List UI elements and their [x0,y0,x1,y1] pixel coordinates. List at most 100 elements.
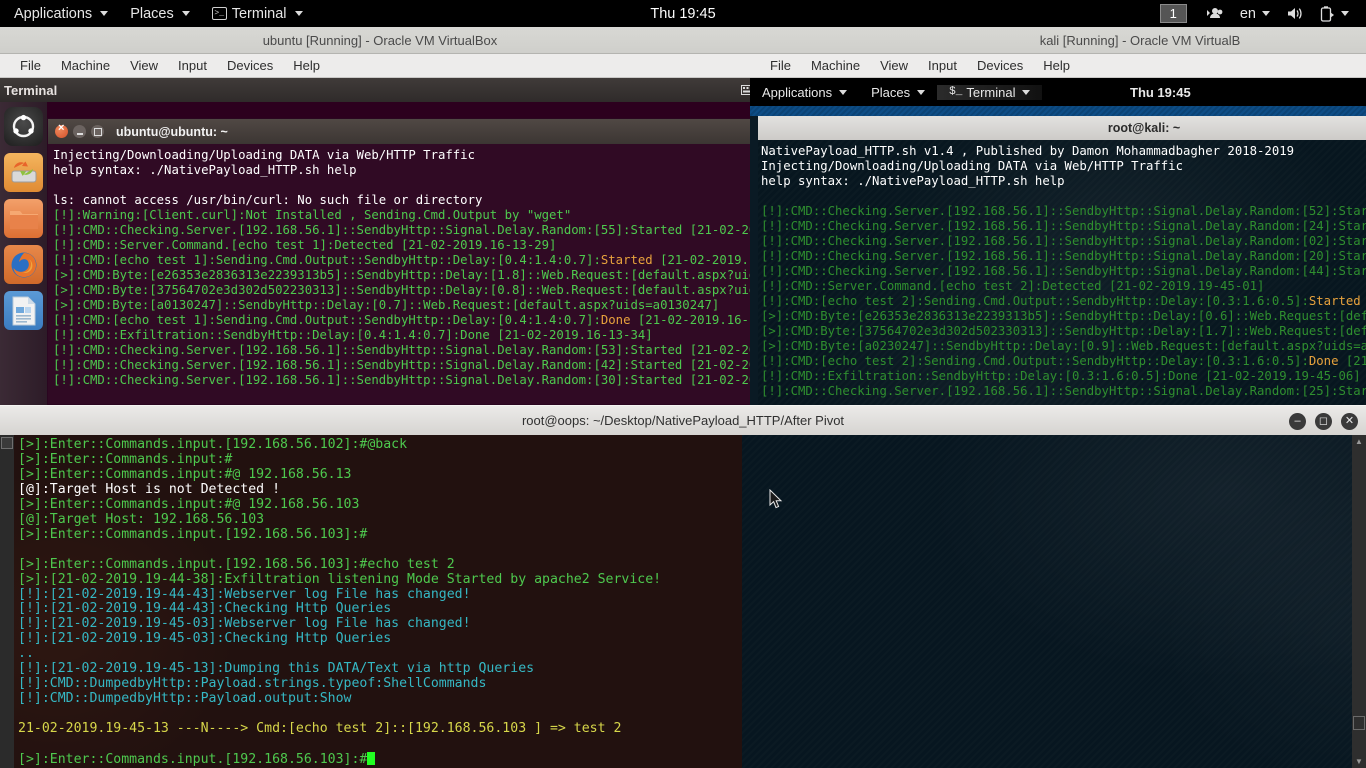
terminal-line: [!]:CMD:[echo test 2]:Sending.Cmd.Output… [761,354,1366,368]
vm-kali-menubar: File Machine View Input Devices Help [750,54,1366,78]
virtualbox-window-ubuntu[interactable]: ubuntu [Running] - Oracle VM VirtualBox … [0,27,760,405]
chevron-down-icon [1341,11,1349,16]
terminal-line: [>]:Enter::Commands.input.[192.168.56.10… [18,526,368,542]
terminal-status-token: Started [600,253,653,267]
ubuntu-terminal-output[interactable]: Injecting/Downloading/Uploading DATA via… [48,144,759,404]
users-icon[interactable] [1197,0,1231,27]
menu-devices[interactable]: Devices [967,56,1033,75]
scroll-thumb[interactable] [1353,716,1365,730]
menu-input[interactable]: Input [168,56,217,75]
kali-places-menu[interactable]: Places [859,85,937,100]
menu-help[interactable]: Help [283,56,330,75]
menu-machine[interactable]: Machine [801,56,870,75]
battery-icon[interactable] [1313,0,1356,27]
scroll-up-arrow[interactable]: ▲ [1352,435,1366,448]
kali-terminal-menu[interactable]: $_ Terminal [937,84,1043,100]
bottom-terminal-scrollbar[interactable]: ▲ ▼ [1352,435,1366,768]
vm-kali-screen: Applications Places $_ Terminal Thu 19:4… [750,78,1366,405]
unity-launcher [0,102,47,405]
ubuntu-terminal-window[interactable]: ubuntu@ubuntu: ~ Injecting/Downloading/U… [47,118,760,405]
kali-terminal-window[interactable]: root@kali: ~ NativePayload_HTTP.sh v1.4 … [758,116,1366,405]
bottom-terminal-empty-area[interactable] [742,435,1366,768]
terminal-icon: $_ [949,86,963,98]
kali-applications-menu[interactable]: Applications [750,85,859,100]
virtualbox-window-kali[interactable]: kali [Running] - Oracle VM VirtualB File… [750,27,1366,405]
terminal-line: [!]:Warning:[Client.curl]:Not Installed … [53,208,572,222]
terminal-line: [!]:CMD::Checking.Server.[192.168.56.1]:… [761,384,1366,398]
mouse-pointer [769,489,783,509]
terminal-line: [!]:CMD::Checking.Server.[192.168.56.1]:… [53,373,759,387]
maximize-icon[interactable] [91,125,104,138]
kali-terminal-title: root@kali: ~ [1107,121,1181,135]
workspace-indicator[interactable]: 1 [1159,4,1187,23]
terminal-line: [!]:CMD::Server.Command.[echo test 2]:De… [761,279,1265,293]
close-button[interactable]: ✕ [1341,412,1358,430]
terminal-line: [!]:[21-02-2019.19-45-13]:Dumping this D… [18,661,535,677]
volume-icon[interactable] [1279,0,1311,27]
terminal-status-token: Started [1308,294,1361,308]
menu-devices[interactable]: Devices [217,56,283,75]
chevron-down-icon [1022,89,1031,95]
terminal-line: [!]:CMD::DumpedbyHttp::Payload.output:Sh… [18,691,352,707]
keyboard-language-menu[interactable]: en [1233,0,1277,27]
menu-file[interactable]: File [10,56,51,75]
menu-view[interactable]: View [120,56,168,75]
bottom-window-controls: – ◻ ✕ [1289,406,1358,436]
vm-kali-titlebar[interactable]: kali [Running] - Oracle VM VirtualB [750,27,1366,54]
unity-top-panel: Terminal [0,78,760,102]
terminal-line: [>]:CMD:Byte:[e26353e2836313e2239313b5]:… [761,309,1366,323]
terminal-menu-icon[interactable] [1,437,13,449]
kali-terminal-titlebar[interactable]: root@kali: ~ [758,116,1366,140]
terminal-line: [!]:[21-02-2019.19-45-03]:Webserver log … [18,616,471,632]
minimize-button[interactable]: – [1289,412,1306,430]
terminal-line: [!]:CMD::Exfiltration::SendbyHttp::Delay… [53,328,653,342]
menu-machine[interactable]: Machine [51,56,120,75]
menu-view[interactable]: View [870,56,918,75]
ubuntu-dash-icon[interactable] [4,107,43,146]
bottom-window-titlebar[interactable]: root@oops: ~/Desktop/NativePayload_HTTP/… [0,405,1366,435]
firefox-icon[interactable] [4,245,43,284]
terminal-line: [!]:CMD::Checking.Server.[192.168.56.1]:… [53,343,759,357]
terminal-line: [@]:Target Host: 192.168.56.103 [18,511,265,527]
vm-ubuntu-titlebar[interactable]: ubuntu [Running] - Oracle VM VirtualBox [0,27,760,54]
terminal-line: [>]:Enter::Commands.input:#@ 192.168.56.… [18,466,352,482]
backup-icon[interactable] [4,153,43,192]
terminal-line: [!]:CMD::Checking.Server.[192.168.56.1]:… [761,219,1366,233]
menu-input[interactable]: Input [918,56,967,75]
terminal-line: [>]:CMD:Byte:[a0230247]::SendbyHttp::Del… [761,339,1366,353]
kali-top-panel: Applications Places $_ Terminal Thu 19:4… [750,78,1366,106]
terminal-line: [>]:Enter::Commands.input.[192.168.56.10… [18,556,455,572]
terminal-line: Injecting/Downloading/Uploading DATA via… [53,148,475,162]
terminal-line: [@]:Target Host is not Detected ! [18,481,281,497]
menu-file[interactable]: File [760,56,801,75]
terminal-line: NativePayload_HTTP.sh v1.4 , Published b… [761,144,1295,158]
terminal-line: Injecting/Downloading/Uploading DATA via… [761,159,1183,173]
terminal-line: [!]:CMD::Checking.Server.[192.168.56.1]:… [761,249,1366,263]
terminal-line: .. [18,646,34,662]
menu-help[interactable]: Help [1033,56,1080,75]
bottom-left-gutter [0,435,14,768]
terminal-line: [!]:CMD::Exfiltration::SendbyHttp::Delay… [761,369,1361,383]
terminal-status-token: Done [1308,354,1339,368]
terminal-line: [!]:[21-02-2019.19-44-43]:Checking Http … [18,601,392,617]
terminal-line: [!]:CMD::Checking.Server.[192.168.56.1]:… [53,358,759,372]
maximize-button[interactable]: ◻ [1315,412,1332,430]
bottom-terminal-window[interactable]: root@oops: ~/Desktop/NativePayload_HTTP/… [0,405,1366,768]
kali-applications-label: Applications [762,84,833,100]
libreoffice-icon[interactable] [4,291,43,330]
kali-clock[interactable]: Thu 19:45 [1130,85,1191,100]
files-icon[interactable] [4,199,43,238]
terminal-line: [>]:Enter::Commands.input:# [18,451,233,467]
terminal-line: help syntax: ./NativePayload_HTTP.sh hel… [53,163,357,177]
kali-terminal-output[interactable]: NativePayload_HTTP.sh v1.4 , Published b… [758,140,1366,405]
close-icon[interactable] [55,122,68,138]
vm-ubuntu-title: ubuntu [Running] - Oracle VM VirtualBox [262,32,498,48]
scroll-down-arrow[interactable]: ▼ [1352,755,1366,768]
bottom-terminal-output[interactable]: [>]:Enter::Commands.input.[192.168.56.10… [14,435,742,768]
chevron-down-icon [1262,11,1270,16]
minimize-icon[interactable] [73,125,86,138]
unity-app-title: Terminal [4,82,58,98]
terminal-line: [!]:[21-02-2019.19-44-43]:Webserver log … [18,586,471,602]
terminal-line: [!]:CMD::Checking.Server.[192.168.56.1]:… [53,223,759,237]
ubuntu-terminal-titlebar[interactable]: ubuntu@ubuntu: ~ [48,119,759,144]
